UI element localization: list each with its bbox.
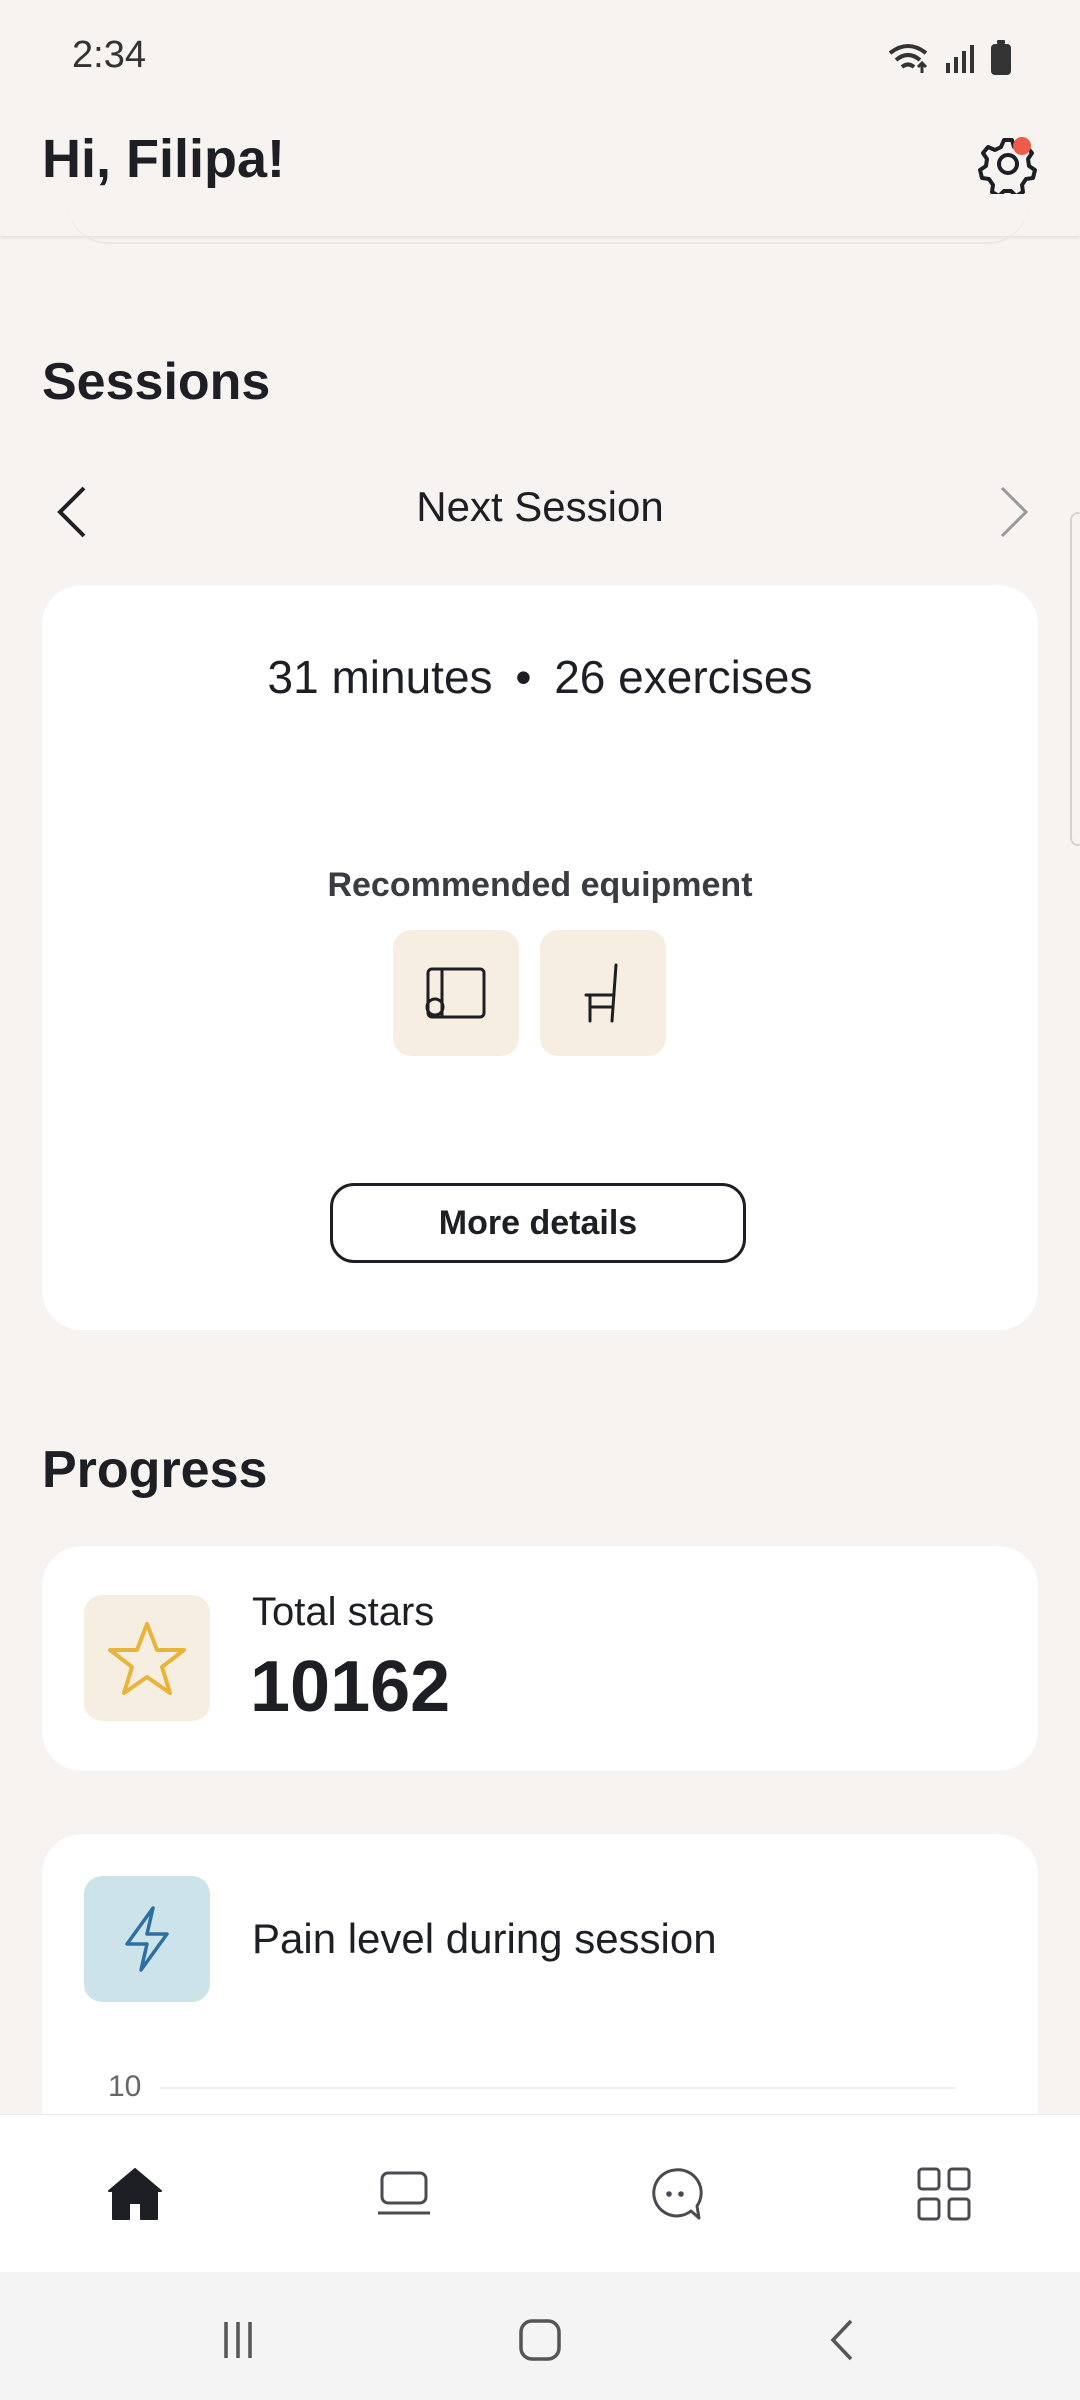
home-square-icon — [519, 2319, 561, 2361]
stars-tile — [84, 1595, 210, 1721]
nav-chat[interactable] — [645, 2164, 705, 2224]
chat-icon — [652, 2168, 703, 2220]
recent-apps-button[interactable] — [208, 2310, 268, 2370]
greeting-title: Hi, Filipa! — [42, 129, 285, 189]
battery-icon — [991, 40, 1011, 75]
previous-card-edge — [68, 200, 1028, 244]
star-icon — [108, 1622, 186, 1695]
session-duration: 31 minutes — [267, 651, 493, 703]
separator-dot: • — [515, 651, 532, 703]
next-session-button[interactable] — [992, 484, 1032, 540]
equipment-mat — [393, 930, 519, 1056]
recent-apps-icon — [224, 2322, 252, 2358]
home-system-button[interactable] — [510, 2310, 570, 2370]
signal-icon — [946, 45, 974, 73]
session-nav-title: Next Session — [416, 483, 664, 530]
status-time: 2:34 — [72, 34, 146, 76]
back-system-button[interactable] — [812, 2310, 872, 2370]
mat-icon — [425, 967, 486, 1019]
nav-home[interactable] — [105, 2164, 165, 2224]
total-stars-label: Total stars — [252, 1590, 435, 1634]
chair-icon — [584, 963, 618, 1023]
grid-menu-icon — [917, 2167, 971, 2221]
back-icon — [830, 2319, 853, 2361]
lightning-icon — [125, 1906, 169, 1972]
sessions-title: Sessions — [42, 353, 271, 411]
total-stars-value: 10162 — [250, 1647, 451, 1727]
nav-menu[interactable] — [914, 2164, 974, 2224]
equipment-label: Recommended equipment — [327, 866, 753, 904]
session-exercises: 26 exercises — [554, 651, 813, 703]
status-icons — [886, 40, 1012, 76]
home-icon — [108, 2168, 162, 2220]
wifi-icon — [888, 44, 928, 73]
nav-sessions[interactable] — [374, 2164, 434, 2224]
notification-dot — [1013, 137, 1031, 155]
more-details-button[interactable]: More details — [330, 1183, 746, 1263]
sessions-icon — [378, 2171, 430, 2215]
pain-tile — [84, 1876, 210, 2002]
progress-title: Progress — [42, 1441, 268, 1499]
chart-axis-tick: 10 — [108, 2070, 142, 2103]
equipment-chair — [540, 930, 666, 1056]
chart-gridline — [160, 2087, 956, 2089]
next-card-edge — [1070, 512, 1080, 846]
session-summary: 31 minutes • 26 exercises — [42, 650, 1038, 704]
chevron-right-icon — [1000, 486, 1029, 538]
pain-level-label: Pain level during session — [252, 1915, 717, 1962]
